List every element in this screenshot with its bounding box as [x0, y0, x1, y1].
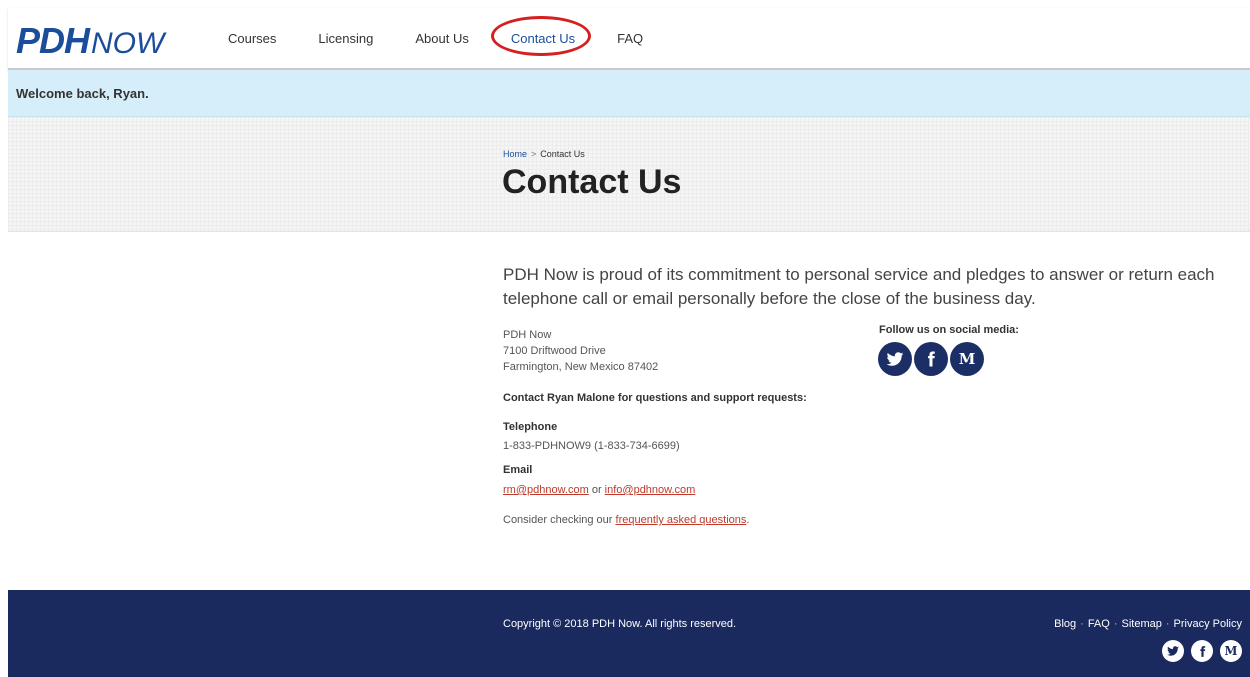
logo-bold-text: PDH: [16, 20, 90, 61]
address-line-company: PDH Now: [503, 329, 552, 341]
welcome-bar: Welcome back, Ryan.: [8, 70, 1250, 117]
main-nav: Courses Licensing About Us Contact Us FA…: [228, 8, 685, 68]
email-link-info[interactable]: info@pdhnow.com: [605, 484, 696, 496]
intro-paragraph: PDH Now is proud of its commitment to pe…: [503, 265, 1215, 308]
svg-text:M: M: [1225, 644, 1238, 658]
page-title: Contact Us: [502, 163, 682, 201]
nav-faq[interactable]: FAQ: [617, 31, 643, 46]
telephone-value: 1-833-PDHNOW9 (1-833-734-6699): [503, 440, 680, 452]
twitter-icon[interactable]: [1162, 640, 1184, 662]
nav-courses[interactable]: Courses: [228, 31, 276, 46]
faq-link[interactable]: frequently asked questions: [616, 514, 747, 526]
highlight-circle: [490, 15, 591, 56]
welcome-text: Welcome back, Ryan.: [16, 85, 149, 101]
facebook-icon[interactable]: [914, 342, 948, 376]
faq-line: Consider checking our frequently asked q…: [503, 514, 749, 526]
social-icons: M: [878, 342, 986, 376]
top-gap: [0, 0, 1250, 8]
breadcrumb-current: Contact Us: [540, 149, 585, 159]
footer-link-faq[interactable]: FAQ: [1088, 618, 1110, 630]
address-line-street: 7100 Driftwood Drive: [503, 345, 606, 357]
footer-link-privacy-policy[interactable]: Privacy Policy: [1174, 618, 1242, 630]
site-footer: Copyright © 2018 PDH Now. All rights res…: [8, 590, 1250, 677]
nav-about-us[interactable]: About Us: [415, 31, 468, 46]
pdh-now-logo[interactable]: PDH NOW: [16, 20, 165, 61]
svg-text:M: M: [959, 350, 976, 368]
site-header: PDH NOW Courses Licensing About Us Conta…: [8, 8, 1250, 70]
social-label: Follow us on social media:: [879, 324, 1019, 336]
email-link-rm[interactable]: rm@pdhnow.com: [503, 484, 589, 496]
email-or: or: [588, 484, 605, 496]
address-block: PDH Now 7100 Driftwood Drive Farmington,…: [503, 327, 658, 375]
telephone-label: Telephone: [503, 421, 558, 433]
address-line-city: Farmington, New Mexico 87402: [503, 361, 659, 373]
footer-link-sitemap[interactable]: Sitemap: [1122, 618, 1162, 630]
logo-light-text: NOW: [91, 27, 165, 60]
medium-icon[interactable]: M: [950, 342, 984, 376]
footer-separator: ·: [1080, 618, 1084, 630]
breadcrumb-separator: >: [531, 149, 537, 159]
breadcrumb: Home > Contact Us: [503, 149, 585, 159]
nav-licensing[interactable]: Licensing: [318, 31, 373, 46]
medium-icon[interactable]: M: [1220, 640, 1242, 662]
facebook-icon[interactable]: [1191, 640, 1213, 662]
footer-social-icons: M: [1155, 640, 1242, 662]
copyright-text: Copyright © 2018 PDH Now. All rights res…: [503, 618, 737, 630]
email-label: Email: [503, 464, 533, 476]
contact-person-heading: Contact Ryan Malone for questions and su…: [503, 392, 807, 404]
faq-prefix: Consider checking our: [503, 514, 616, 526]
page-header-band: Home > Contact Us Contact Us: [8, 117, 1250, 232]
footer-separator: ·: [1165, 618, 1170, 630]
footer-separator: ·: [1113, 618, 1118, 630]
twitter-icon[interactable]: [878, 342, 912, 376]
faq-suffix: .: [746, 514, 750, 526]
footer-link-blog[interactable]: Blog: [1054, 618, 1076, 630]
footer-links: Blog · FAQ · Sitemap · Privacy Policy: [1054, 618, 1242, 630]
breadcrumb-home[interactable]: Home: [503, 149, 527, 159]
nav-contact-us[interactable]: Contact Us: [490, 15, 591, 56]
email-value: rm@pdhnow.com or info@pdhnow.com: [503, 484, 695, 496]
